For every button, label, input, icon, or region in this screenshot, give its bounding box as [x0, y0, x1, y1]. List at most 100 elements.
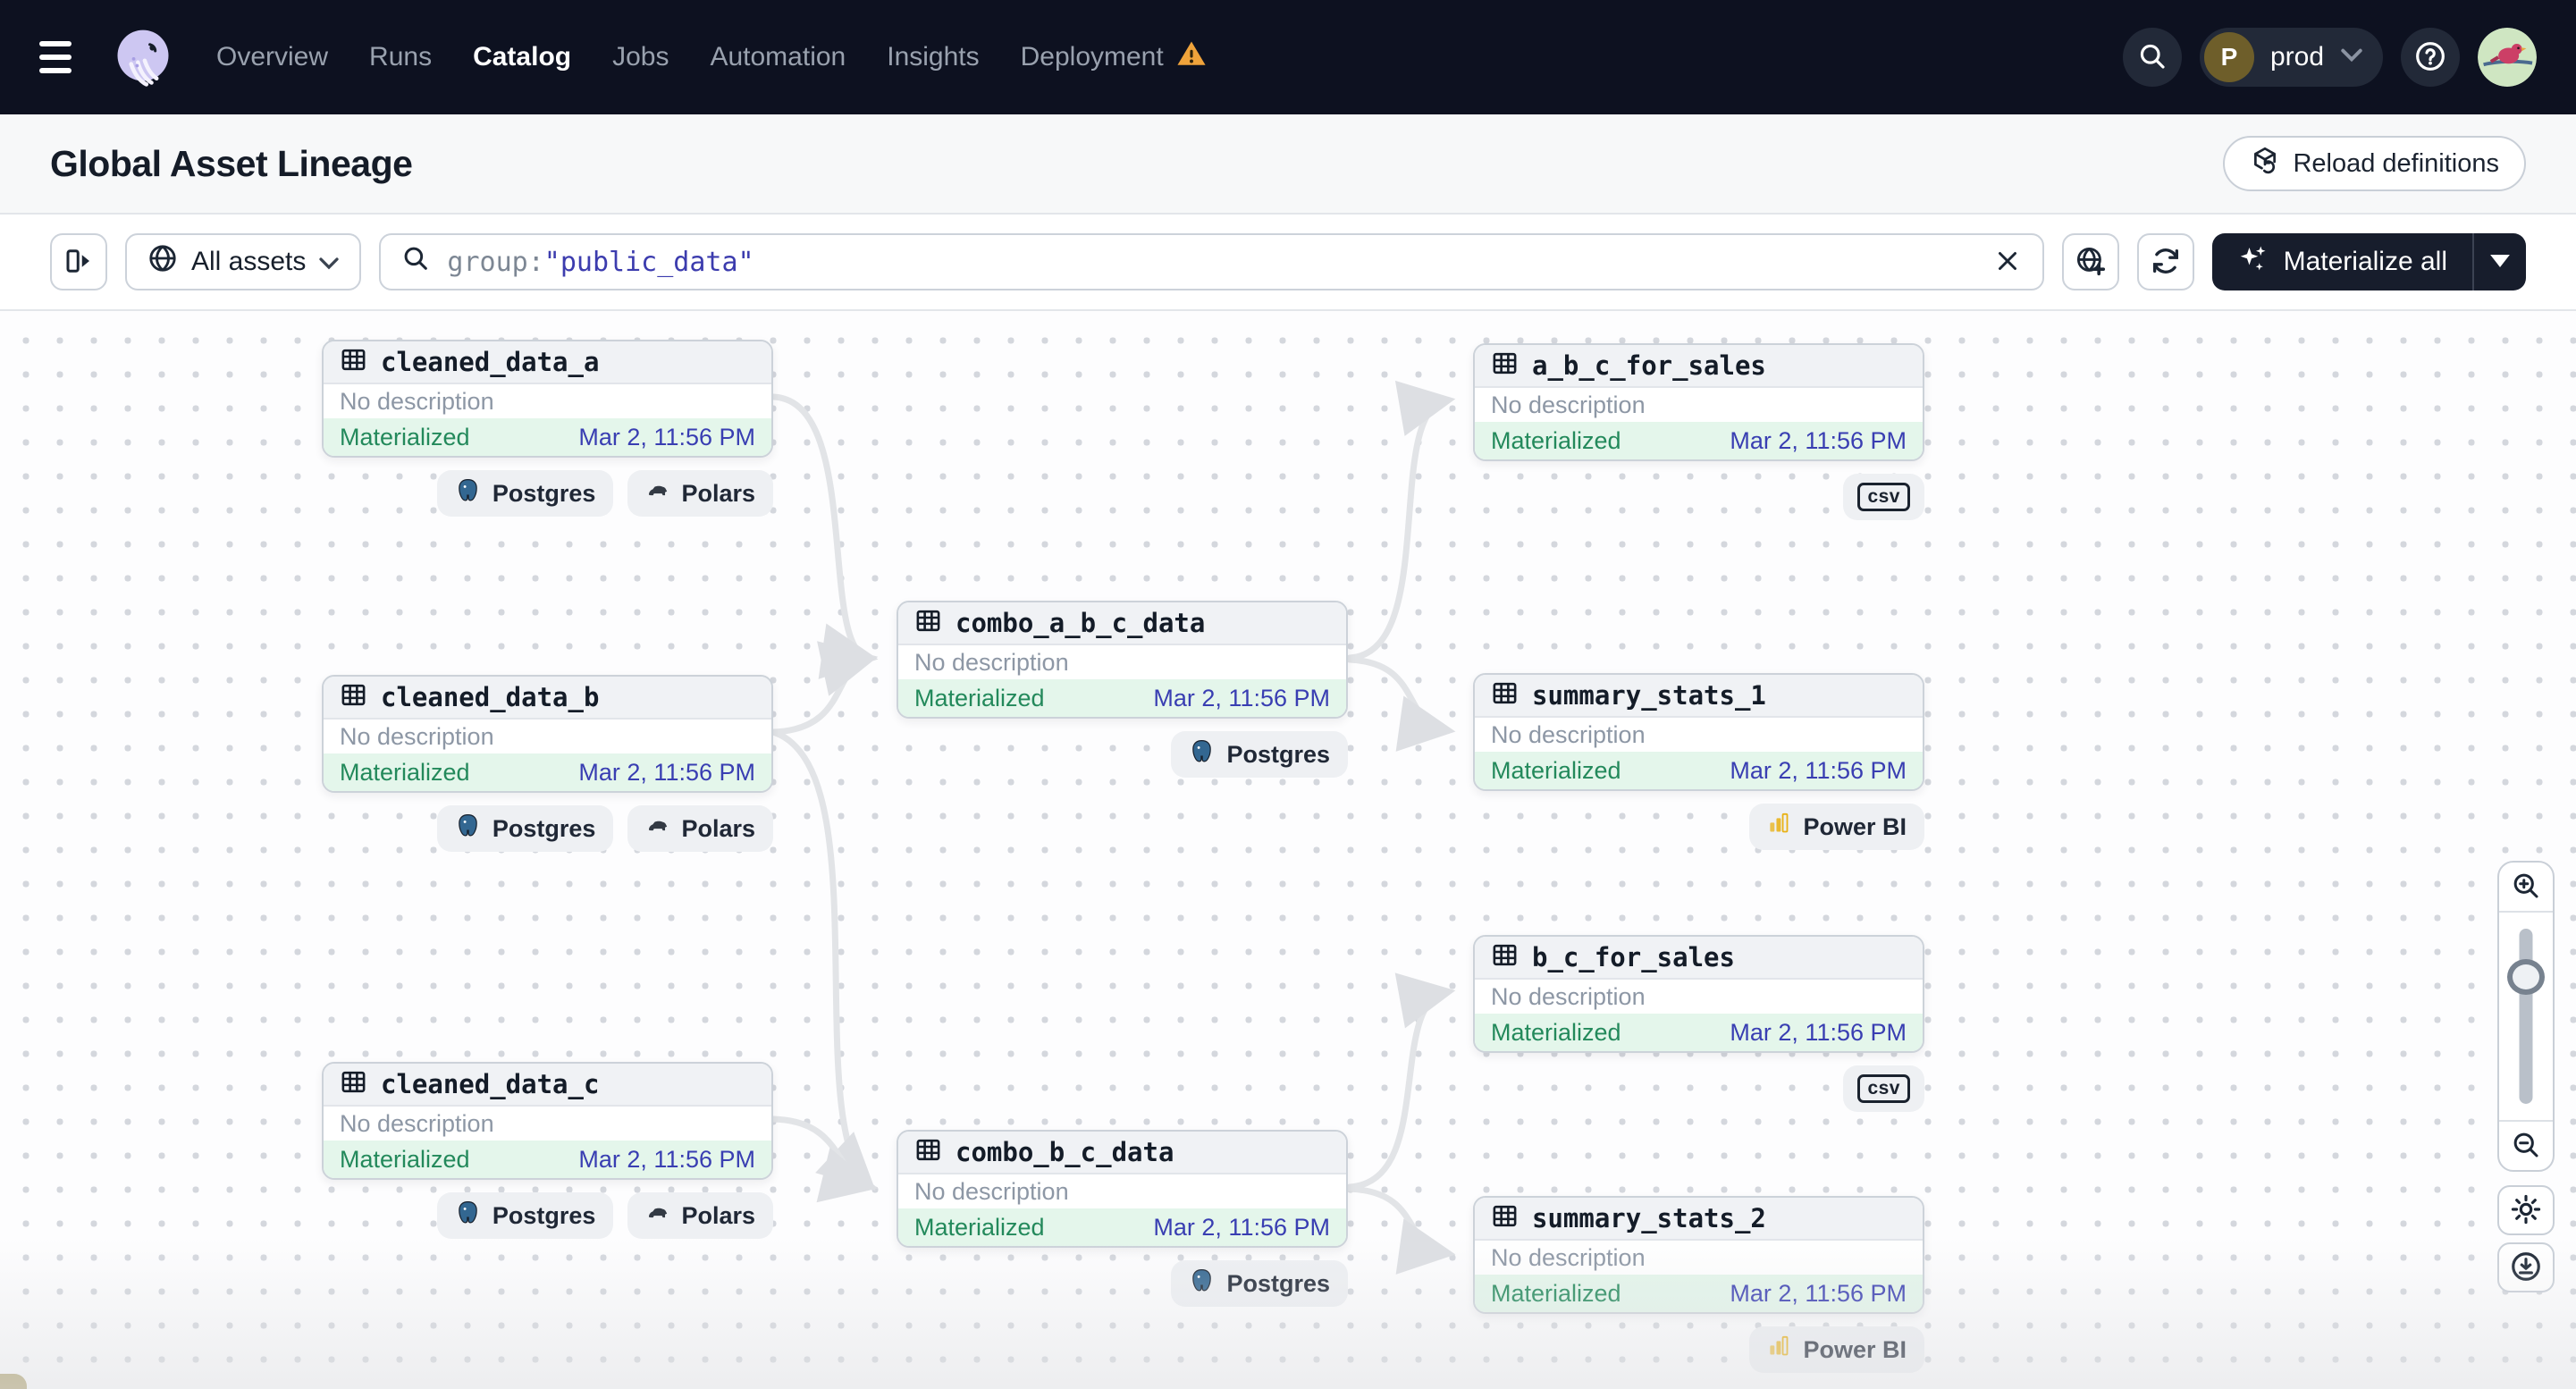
asset-card[interactable]: cleaned_data_c No description Materializ… [322, 1062, 773, 1180]
warning-icon [1176, 38, 1207, 76]
globe-plus-icon [2074, 244, 2108, 281]
asset-card[interactable]: summary_stats_1 No description Materiali… [1473, 673, 1924, 791]
edge-combo-abc-to-abc-sales [1350, 400, 1446, 658]
asset-name: summary_stats_2 [1532, 1203, 1766, 1233]
powerbi-icon [1767, 812, 1791, 842]
toggle-sidebar-button[interactable] [50, 233, 107, 290]
deployment-switcher[interactable]: P prod [2200, 28, 2383, 87]
tag-postgres[interactable]: Postgres [1171, 731, 1348, 778]
materialization-timestamp[interactable]: Mar 2, 11:56 PM [578, 1146, 755, 1174]
table-icon [914, 607, 942, 639]
nav-item-insights[interactable]: Insights [872, 38, 993, 76]
dagster-logo[interactable] [109, 23, 177, 91]
tag-polars[interactable]: Polars [627, 470, 773, 517]
search-icon [400, 243, 431, 281]
asset-node-combo-b-c-data: combo_b_c_data No description Materializ… [897, 1130, 1348, 1248]
tag-postgres[interactable]: Postgres [437, 805, 614, 852]
lineage-canvas[interactable]: cleaned_data_a No description Materializ… [0, 311, 2576, 1389]
zoom-slider-handle[interactable] [2507, 959, 2545, 995]
materialization-timestamp[interactable]: Mar 2, 11:56 PM [1153, 1214, 1330, 1242]
tag-polars[interactable]: Polars [627, 805, 773, 852]
tag-postgres[interactable]: Postgres [437, 1192, 614, 1239]
tag-powerbi[interactable]: Power BI [1749, 804, 1924, 850]
materialization-timestamp[interactable]: Mar 2, 11:56 PM [578, 759, 755, 787]
asset-description: No description [1475, 388, 1923, 422]
asset-node-cleaned-data-b: cleaned_data_b No description Materializ… [322, 675, 773, 793]
powerbi-icon [1767, 1334, 1791, 1365]
asset-filter-dropdown[interactable]: All assets [125, 233, 361, 290]
asset-card-header: cleaned_data_b [324, 677, 771, 720]
graph-settings-button[interactable] [2497, 1185, 2555, 1235]
asset-description: No description [898, 1174, 1346, 1208]
tag-postgres[interactable]: Postgres [437, 470, 614, 517]
nav-item-overview[interactable]: Overview [202, 38, 342, 76]
asset-card[interactable]: summary_stats_2 No description Materiali… [1473, 1196, 1924, 1314]
refresh-button[interactable] [2137, 233, 2194, 290]
panel-expand-icon [63, 245, 95, 280]
tag-polars[interactable]: Polars [627, 1192, 773, 1239]
asset-card[interactable]: combo_a_b_c_data No description Material… [897, 601, 1348, 719]
sparkles-icon [2237, 242, 2269, 282]
materialization-timestamp[interactable]: Mar 2, 11:56 PM [1730, 1280, 1907, 1308]
materialize-options-caret[interactable] [2474, 233, 2526, 290]
hamburger-menu-icon[interactable] [39, 29, 97, 86]
materialization-timestamp[interactable]: Mar 2, 11:56 PM [578, 424, 755, 451]
caret-down-icon [2490, 255, 2510, 270]
nav-item-jobs[interactable]: Jobs [598, 38, 683, 76]
materialize-all-button[interactable]: Materialize all [2212, 233, 2472, 290]
status-badge: Materialized [340, 1146, 470, 1174]
clear-search-button[interactable] [1992, 246, 2023, 279]
reload-cube-icon [2250, 145, 2280, 182]
materialization-timestamp[interactable]: Mar 2, 11:56 PM [1153, 685, 1330, 712]
asset-search-input[interactable]: group:"public_data" [379, 233, 2043, 290]
asset-status-row: Materialized Mar 2, 11:56 PM [324, 418, 771, 456]
polars-icon [645, 813, 669, 844]
reload-definitions-button[interactable]: Reload definitions [2223, 136, 2526, 191]
asset-card-header: b_c_for_sales [1475, 937, 1923, 980]
search-button[interactable] [2123, 28, 2182, 87]
zoom-in-button[interactable] [2499, 863, 2553, 913]
nav-item-deployment[interactable]: Deployment [1006, 38, 1221, 76]
asset-card[interactable]: b_c_for_sales No description Materialize… [1473, 935, 1924, 1053]
postgres-icon [1189, 738, 1215, 770]
status-badge: Materialized [1491, 1280, 1621, 1308]
user-avatar[interactable] [2478, 28, 2537, 87]
table-icon [1491, 941, 1519, 973]
asset-card[interactable]: cleaned_data_b No description Materializ… [322, 675, 773, 793]
globe-icon [147, 242, 179, 282]
asset-card[interactable]: a_b_c_for_sales No description Materiali… [1473, 343, 1924, 461]
tag-postgres[interactable]: Postgres [1171, 1260, 1348, 1307]
asset-name: cleaned_data_a [381, 347, 599, 377]
search-query: group:"public_data" [447, 247, 753, 278]
help-button[interactable] [2401, 28, 2460, 87]
tag-csv[interactable]: csv [1843, 474, 1924, 520]
asset-tags: Power BI [1749, 804, 1924, 850]
zoom-out-button[interactable] [2499, 1120, 2553, 1170]
status-badge: Materialized [914, 1214, 1045, 1242]
page-title: Global Asset Lineage [50, 143, 412, 185]
asset-description: No description [1475, 1241, 1923, 1275]
status-badge: Materialized [1491, 1019, 1621, 1047]
status-badge: Materialized [1491, 427, 1621, 455]
asset-card[interactable]: combo_b_c_data No description Materializ… [897, 1130, 1348, 1248]
help-icon [2412, 38, 2448, 77]
zoom-slider-track[interactable] [2520, 929, 2533, 1104]
asset-description: No description [324, 384, 771, 418]
nav-item-catalog[interactable]: Catalog [459, 38, 585, 76]
nav-item-automation[interactable]: Automation [695, 38, 860, 76]
tag-csv[interactable]: csv [1843, 1065, 1924, 1112]
tag-powerbi[interactable]: Power BI [1749, 1326, 1924, 1373]
edge-combo-bc-to-bc-sales [1350, 992, 1446, 1187]
materialization-timestamp[interactable]: Mar 2, 11:56 PM [1730, 757, 1907, 785]
lineage-toolbar: All assets group:"public_data" [0, 215, 2576, 311]
asset-card[interactable]: cleaned_data_a No description Materializ… [322, 340, 773, 458]
asset-card-header: summary_stats_2 [1475, 1198, 1923, 1241]
materialization-timestamp[interactable]: Mar 2, 11:56 PM [1730, 1019, 1907, 1047]
table-icon [340, 681, 367, 713]
group-by-location-button[interactable] [2062, 233, 2119, 290]
materialization-timestamp[interactable]: Mar 2, 11:56 PM [1730, 427, 1907, 455]
nav-item-runs[interactable]: Runs [355, 38, 446, 76]
table-icon [340, 346, 367, 378]
download-image-button[interactable] [2497, 1242, 2555, 1292]
asset-tags: csv [1843, 1065, 1924, 1112]
